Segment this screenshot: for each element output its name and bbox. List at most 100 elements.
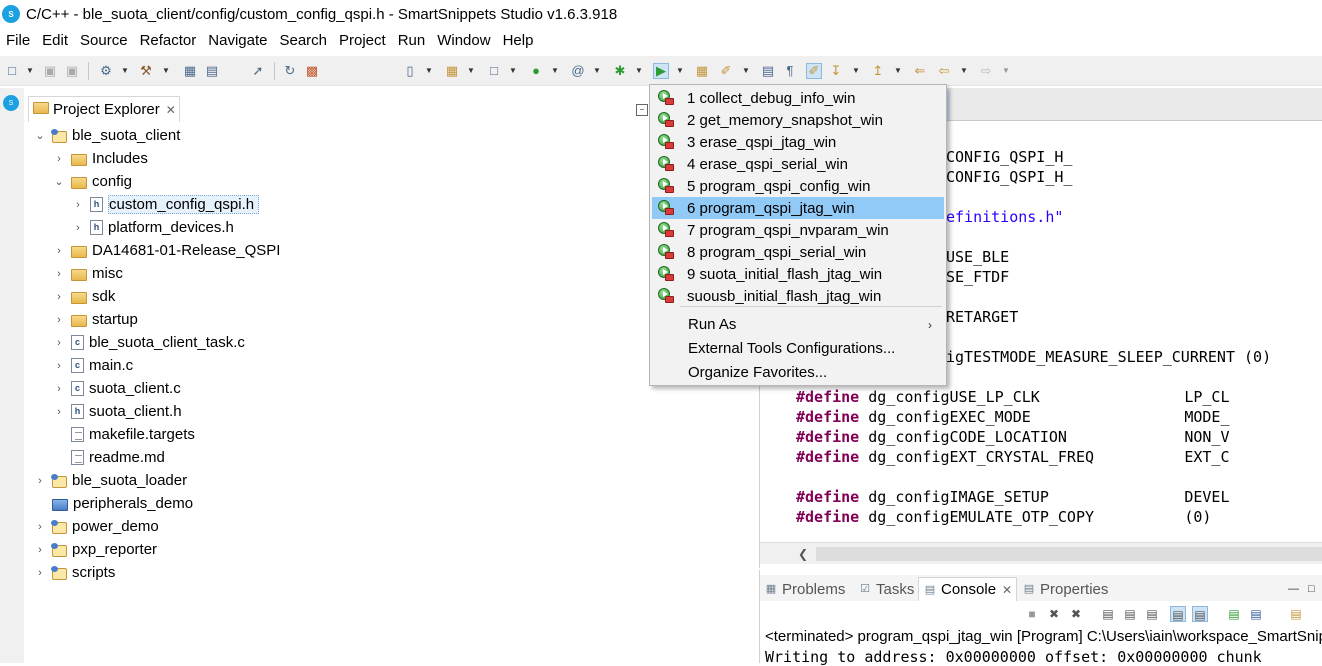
maximize-icon[interactable]: □ xyxy=(1308,583,1315,595)
next-annotation-dropdown-arrow[interactable]: ▼ xyxy=(852,65,860,77)
menu-item-suousb-initial-flash-jtag[interactable]: suousb_initial_flash_jtag_win xyxy=(652,285,944,307)
menu-item-program-qspi-serial[interactable]: 8 program_qspi_serial_win xyxy=(652,241,944,263)
pin-icon[interactable]: ➚ xyxy=(250,63,266,79)
scrollbar-thumb[interactable] xyxy=(816,547,1322,561)
chevron-right-icon[interactable]: › xyxy=(53,268,65,280)
last-edit-icon[interactable]: ⇐ xyxy=(912,63,928,79)
menu-refactor[interactable]: Refactor xyxy=(134,28,203,54)
menu-item-run-as[interactable]: Run As › xyxy=(652,314,944,336)
new-class-icon[interactable]: ● xyxy=(528,63,544,79)
menu-item-program-qspi-nvparam[interactable]: 7 program_qspi_nvparam_win xyxy=(652,219,944,241)
menu-navigate[interactable]: Navigate xyxy=(202,28,273,54)
tree-item-scripts[interactable]: › scripts xyxy=(34,561,115,584)
tab-tasks[interactable]: ☑ Tasks xyxy=(858,577,914,601)
chevron-right-icon[interactable]: › xyxy=(53,314,65,326)
external-tools-dropdown-arrow[interactable]: ▼ xyxy=(676,65,684,77)
at-dropdown-arrow[interactable]: ▼ xyxy=(593,65,601,77)
chevron-down-icon[interactable]: ⌄ xyxy=(53,175,65,188)
forward-icon[interactable]: ⇨ xyxy=(978,63,994,79)
show-on-output-icon[interactable]: ▤ xyxy=(1170,606,1186,622)
chevron-right-icon[interactable]: › xyxy=(53,245,65,257)
menu-file[interactable]: File xyxy=(0,28,36,54)
tree-item-includes[interactable]: › Includes xyxy=(53,147,148,170)
tab-properties[interactable]: ▤ Properties xyxy=(1022,577,1109,601)
back-dropdown-arrow[interactable]: ▼ xyxy=(960,65,968,77)
tree-item-power-demo[interactable]: › power_demo xyxy=(34,515,159,538)
toggle-highlight-icon[interactable]: ✐ xyxy=(806,63,822,79)
refresh-icon[interactable]: ↻ xyxy=(282,63,298,79)
chevron-right-icon[interactable]: › xyxy=(34,475,46,487)
build-dropdown-arrow[interactable]: ▼ xyxy=(121,65,129,77)
chevron-right-icon[interactable]: › xyxy=(53,153,65,165)
menu-item-external-tools-configurations[interactable]: External Tools Configurations... xyxy=(652,338,944,360)
back-icon[interactable]: ⇦ xyxy=(936,63,952,79)
tab-problems[interactable]: ▦ Problems xyxy=(764,577,846,601)
chevron-right-icon[interactable]: › xyxy=(34,567,46,579)
binary-icon[interactable]: ▦ xyxy=(182,63,198,79)
remove-launch-icon[interactable]: ✖ xyxy=(1046,606,1062,622)
tree-item-suota-client-c[interactable]: › c suota_client.c xyxy=(53,377,181,400)
tab-project-explorer[interactable]: Project Explorer ✕ xyxy=(28,96,180,122)
debug-dropdown-arrow[interactable]: ▼ xyxy=(635,65,643,77)
remove-all-icon[interactable]: ✖ xyxy=(1068,606,1084,622)
save-all-icon[interactable]: ▣ xyxy=(64,63,80,79)
brush-icon[interactable]: ✐ xyxy=(718,63,734,79)
tree-item-platform-devices[interactable]: › h platform_devices.h xyxy=(72,216,234,239)
menu-item-erase-qspi-jtag[interactable]: 3 erase_qspi_jtag_win xyxy=(652,131,944,153)
tree-item-suota-client-h[interactable]: › h suota_client.h xyxy=(53,400,181,423)
horizontal-scrollbar[interactable]: ❮ xyxy=(760,542,1322,564)
chevron-right-icon[interactable]: › xyxy=(72,199,84,211)
brush-dropdown-arrow[interactable]: ▼ xyxy=(742,65,750,77)
menu-source[interactable]: Source xyxy=(74,28,134,54)
open-console-icon[interactable]: ▤ xyxy=(1288,606,1304,622)
clear-console-icon[interactable]: ▤ xyxy=(1100,606,1116,622)
menu-project[interactable]: Project xyxy=(333,28,392,54)
menu-item-organize-favorites[interactable]: Organize Favorites... xyxy=(652,362,944,384)
chevron-right-icon[interactable]: › xyxy=(53,406,65,418)
chevron-down-icon[interactable]: ⌄ xyxy=(34,129,46,142)
menu-edit[interactable]: Edit xyxy=(36,28,74,54)
chevron-right-icon[interactable]: › xyxy=(72,222,84,234)
close-icon[interactable]: ✕ xyxy=(1002,583,1012,597)
tab-console[interactable]: ▤ Console ✕ xyxy=(918,577,1018,601)
chip-icon[interactable]: ▩ xyxy=(304,63,320,79)
menu-window[interactable]: Window xyxy=(431,28,496,54)
hammer-dropdown-arrow[interactable]: ▼ xyxy=(162,65,170,77)
at-icon[interactable]: @ xyxy=(570,63,586,79)
show-whitespace-icon[interactable]: ¶ xyxy=(782,63,798,79)
tree-item-startup[interactable]: › startup xyxy=(53,308,138,331)
forward-dropdown-arrow[interactable]: ▼ xyxy=(1002,65,1010,77)
external-tools-icon[interactable]: ▶ xyxy=(653,63,669,79)
tree-item-config[interactable]: ⌄ config xyxy=(53,170,132,193)
build-configurations-icon[interactable]: ⚙ xyxy=(98,63,114,79)
scroll-left-icon[interactable]: ❮ xyxy=(798,547,808,561)
new-icon[interactable]: □ xyxy=(4,63,20,79)
smartsnippets-perspective-icon[interactable]: S xyxy=(3,95,19,111)
terminal-icon[interactable]: ▤ xyxy=(204,63,220,79)
chevron-right-icon[interactable]: › xyxy=(34,521,46,533)
tree-item-readme[interactable]: readme.md xyxy=(71,446,165,469)
scroll-lock-icon[interactable]: ▤ xyxy=(1122,606,1138,622)
tree-item-ble-suota-client[interactable]: ⌄ ble_suota_client xyxy=(34,124,180,147)
tree-item-pxp-reporter[interactable]: › pxp_reporter xyxy=(34,538,157,561)
new-dropdown-arrow[interactable]: ▼ xyxy=(26,65,34,77)
toggle-mark-icon[interactable]: ▤ xyxy=(760,63,776,79)
new-source-file-icon[interactable]: □ xyxy=(486,63,502,79)
tree-item-makefile-targets[interactable]: makefile.targets xyxy=(71,423,195,446)
menu-item-erase-qspi-serial[interactable]: 4 erase_qspi_serial_win xyxy=(652,153,944,175)
previous-annotation-dropdown-arrow[interactable]: ▼ xyxy=(894,65,902,77)
minimize-icon[interactable]: − xyxy=(636,104,648,116)
menu-search[interactable]: Search xyxy=(273,28,333,54)
tree-item-release-qspi[interactable]: › DA14681-01-Release_QSPI xyxy=(53,239,280,262)
menu-help[interactable]: Help xyxy=(497,28,540,54)
tree-item-ble-suota-loader[interactable]: › ble_suota_loader xyxy=(34,469,187,492)
new-source-dropdown-arrow[interactable]: ▼ xyxy=(509,65,517,77)
tree-item-misc[interactable]: › misc xyxy=(53,262,123,285)
hammer-icon[interactable]: ⚒ xyxy=(138,63,154,79)
menu-item-suota-initial-flash-jtag[interactable]: 9 suota_initial_flash_jtag_win xyxy=(652,263,944,285)
chevron-right-icon[interactable]: › xyxy=(53,360,65,372)
word-wrap-icon[interactable]: ▤ xyxy=(1144,606,1160,622)
new-project-dropdown-arrow[interactable]: ▼ xyxy=(425,65,433,77)
pin-console-icon[interactable]: ▤ xyxy=(1226,606,1242,622)
tree-item-main-c[interactable]: › c main.c xyxy=(53,354,133,377)
